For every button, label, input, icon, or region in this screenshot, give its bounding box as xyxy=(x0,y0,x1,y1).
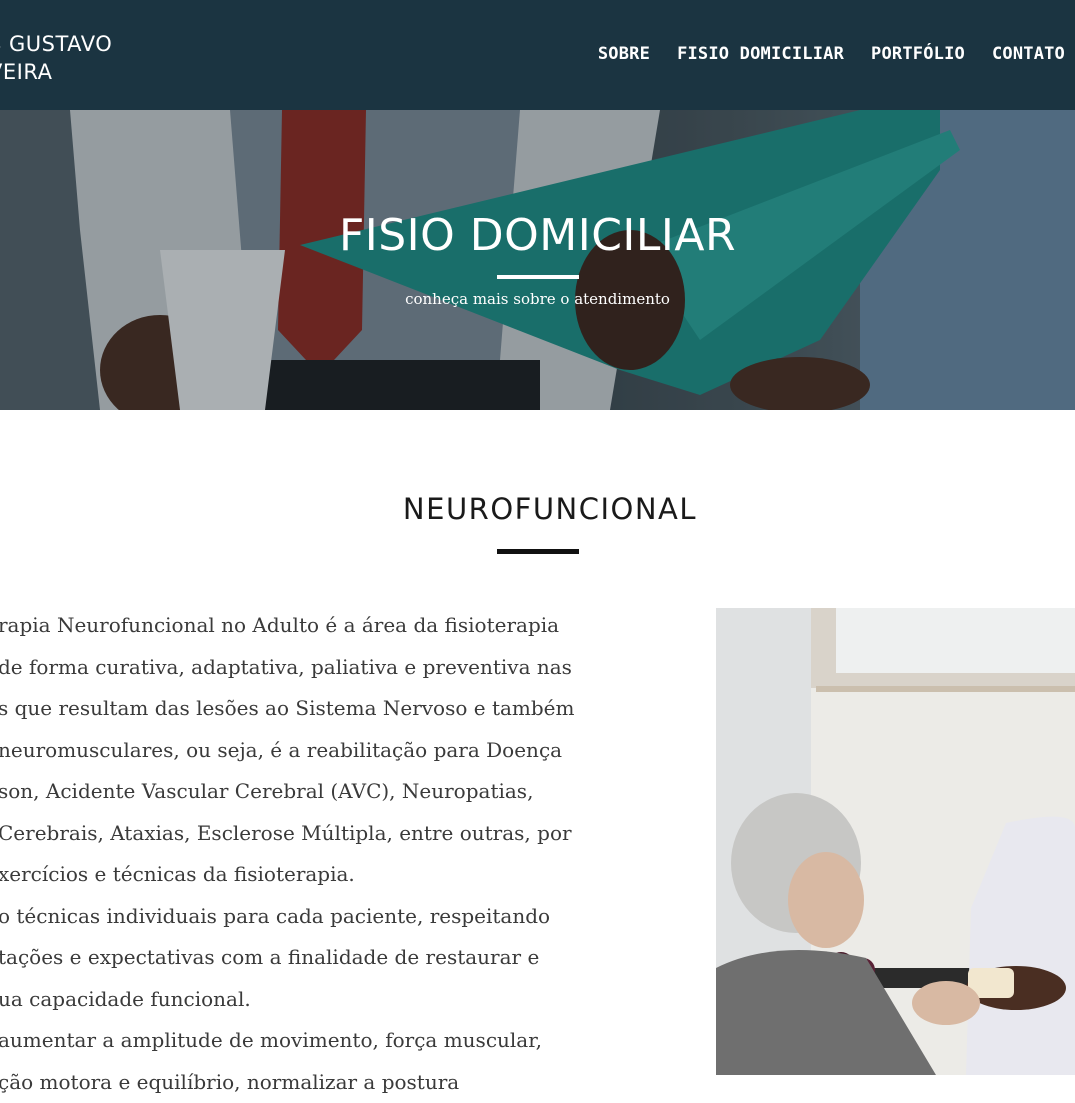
hero-subtitle: conheça mais sobre o atendimento xyxy=(0,290,1075,308)
body-line: neuromusculares, ou seja, é a reabilitaç… xyxy=(0,730,638,772)
section-divider xyxy=(497,549,579,554)
nav-item-sobre[interactable]: SOBRE xyxy=(598,44,650,64)
brand-line-1: S GUSTAVO xyxy=(0,30,112,58)
body-line: ua capacidade funcional. xyxy=(0,979,638,1021)
body-line: tações e expectativas com a finalidade d… xyxy=(0,937,638,979)
section-body: rapia Neurofuncional no Adulto é a área … xyxy=(0,605,638,1103)
body-line: Cerebrais, Ataxias, Esclerose Múltipla, … xyxy=(0,813,638,855)
hero-title: FISIO DOMICILIAR xyxy=(0,210,1075,261)
hero-divider xyxy=(497,275,579,279)
body-line: aumentar a amplitude de movimento, força… xyxy=(0,1020,638,1062)
body-line: rapia Neurofuncional no Adulto é a área … xyxy=(0,605,638,647)
brand-line-2: VEIRA xyxy=(0,58,112,86)
section-title: NEUROFUNCIONAL xyxy=(0,492,1075,526)
main-nav: SOBRE FISIO DOMICILIAR PORTFÓLIO CONTATO xyxy=(598,44,1065,64)
body-line: xercícios e técnicas da fisioterapia. xyxy=(0,854,638,896)
body-line: ção motora e equilíbrio, normalizar a po… xyxy=(0,1062,638,1103)
brand-logo[interactable]: S GUSTAVO VEIRA xyxy=(0,30,112,86)
body-line: s que resultam das lesões ao Sistema Ner… xyxy=(0,688,638,730)
nav-item-portfolio[interactable]: PORTFÓLIO xyxy=(871,44,965,64)
hero-banner: FISIO DOMICILIAR conheça mais sobre o at… xyxy=(0,110,1075,410)
top-navbar: S GUSTAVO VEIRA SOBRE FISIO DOMICILIAR P… xyxy=(0,0,1075,110)
nav-item-fisio-domiciliar[interactable]: FISIO DOMICILIAR xyxy=(677,44,844,64)
nav-item-contato[interactable]: CONTATO xyxy=(992,44,1065,64)
body-line: de forma curativa, adaptativa, paliativa… xyxy=(0,647,638,689)
section-photo xyxy=(716,608,1075,1075)
body-line: o técnicas individuais para cada pacient… xyxy=(0,896,638,938)
body-line: son, Acidente Vascular Cerebral (AVC), N… xyxy=(0,771,638,813)
therapy-photo-illustration xyxy=(716,608,1075,1075)
